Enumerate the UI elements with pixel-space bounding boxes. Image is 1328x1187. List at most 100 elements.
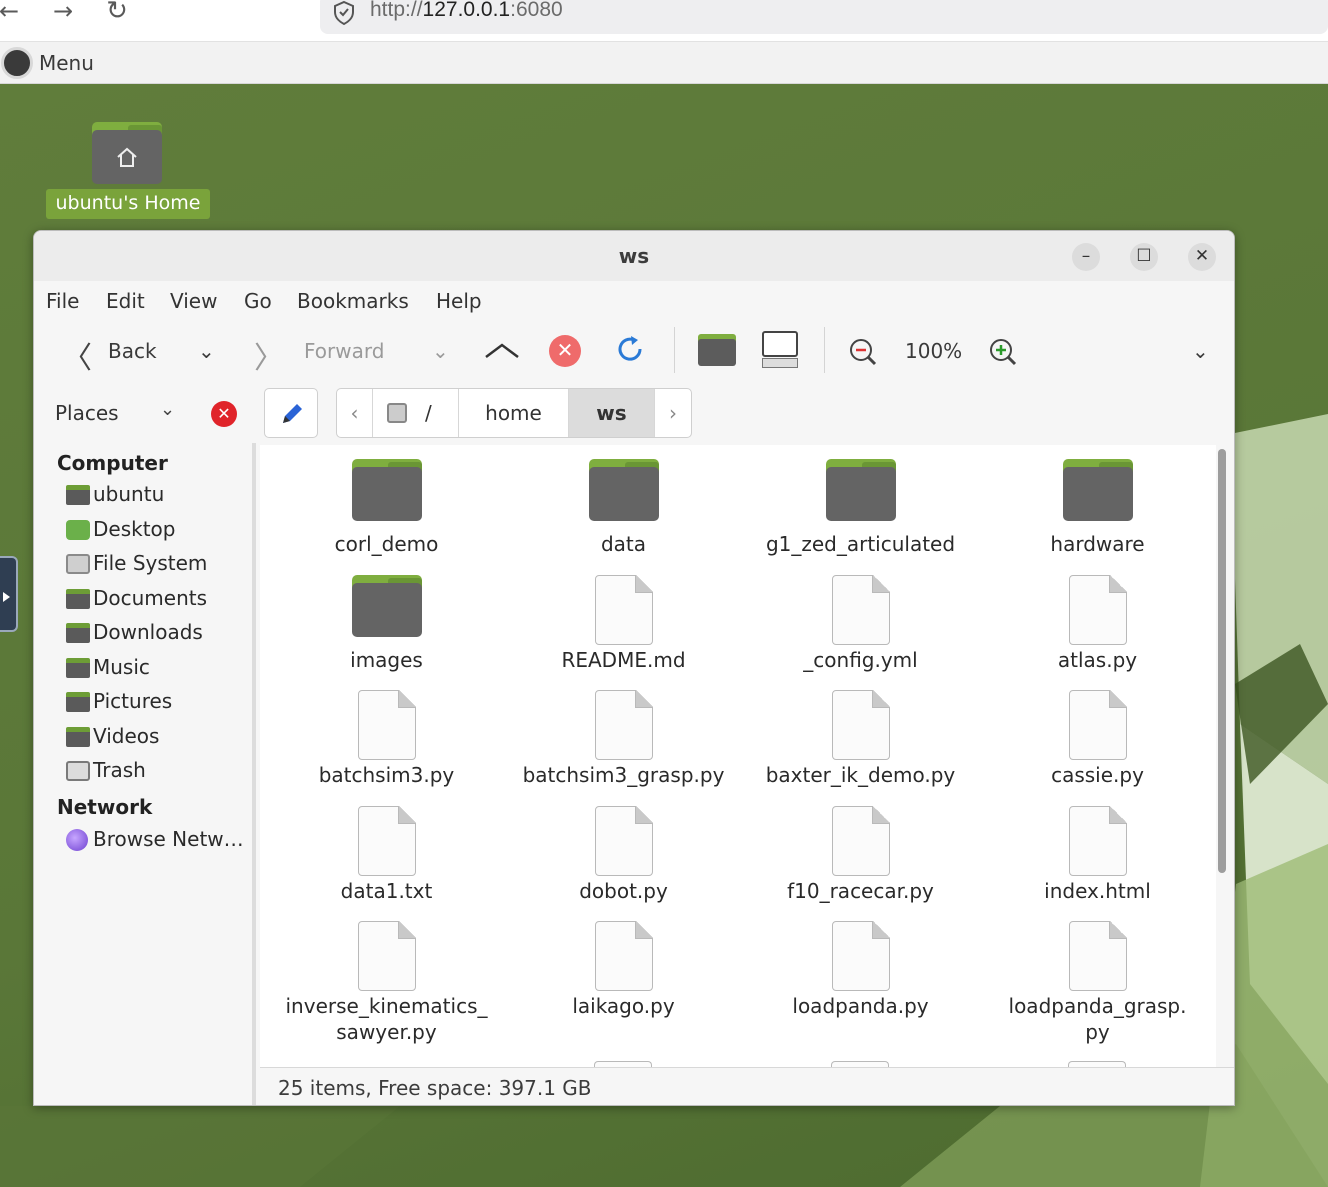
- titlebar[interactable]: ws – ☐ ✕: [34, 231, 1234, 281]
- folder-item[interactable]: images: [268, 563, 505, 678]
- shield-icon: [334, 0, 354, 26]
- file-name: batchsim3_grasp.py: [522, 763, 725, 787]
- sidebar-item-pictures[interactable]: Pictures: [64, 688, 254, 718]
- overflow-chevron-icon[interactable]: ⌄: [1192, 339, 1209, 363]
- back-chevron-icon[interactable]: 〈: [62, 333, 92, 377]
- file-name: laikago.py: [572, 994, 675, 1018]
- file-name: cassie.py: [1051, 763, 1144, 787]
- file-name: _config.yml: [803, 647, 918, 672]
- sidebar-item-downloads[interactable]: Downloads: [64, 619, 254, 649]
- vertical-scrollbar[interactable]: [1218, 449, 1226, 873]
- breadcrumb-home[interactable]: home: [459, 389, 569, 437]
- folder-icon: [825, 459, 896, 521]
- document-icon: [357, 805, 416, 876]
- breadcrumb-ws[interactable]: ws: [569, 389, 655, 437]
- document-icon: [1068, 690, 1127, 760]
- folder-icon: [1062, 459, 1133, 521]
- file-item[interactable]: inverse_kinematics_ sawyer.py: [268, 909, 505, 1044]
- file-item[interactable]: index.html: [979, 794, 1216, 909]
- url-text: http://127.0.0.1:6080: [370, 0, 563, 21]
- places-chevron-icon[interactable]: ⌄: [160, 399, 175, 420]
- folder-icon: [66, 589, 90, 609]
- back-arrow-icon[interactable]: ←: [0, 0, 24, 26]
- menu-go[interactable]: Go: [244, 289, 272, 313]
- file-item[interactable]: batchsim3_grasp.py: [505, 678, 742, 793]
- file-grid: corl_demo data g1_zed_articulated hardware i…: [260, 445, 1216, 1067]
- file-item[interactable]: data1.txt: [268, 794, 505, 909]
- document-icon: [594, 805, 653, 876]
- breadcrumb-right-chevron-icon[interactable]: ›: [655, 389, 691, 437]
- side-panel-handle[interactable]: [0, 556, 18, 632]
- reload-icon[interactable]: [616, 335, 646, 365]
- file-name: index.html: [1044, 878, 1151, 903]
- sidebar-item-documents[interactable]: Documents: [64, 585, 254, 615]
- file-item[interactable]: README.md: [505, 563, 742, 678]
- close-sidebar-icon[interactable]: ✕: [211, 401, 237, 427]
- zoom-in-icon[interactable]: [988, 337, 1018, 367]
- home-icon-label: ubuntu's Home: [46, 189, 210, 219]
- zoom-level[interactable]: 100%: [905, 339, 962, 363]
- folder-item[interactable]: hardware: [979, 447, 1216, 562]
- home-folder-icon[interactable]: [698, 334, 736, 366]
- reload-icon[interactable]: ↻: [102, 0, 132, 26]
- file-item[interactable]: loadpanda_grasp. py: [979, 909, 1216, 1044]
- forward-arrow-icon[interactable]: →: [48, 0, 78, 26]
- sidebar-item-browse-network[interactable]: Browse Netw…: [64, 826, 254, 856]
- file-item[interactable]: f10_racecar.py: [742, 794, 979, 909]
- folder-item[interactable]: g1_zed_articulated: [742, 447, 979, 562]
- up-chevron-icon[interactable]: [484, 339, 520, 361]
- drive-icon: [387, 403, 407, 423]
- computer-icon[interactable]: [762, 331, 798, 368]
- menu-logo-icon[interactable]: [1, 47, 33, 79]
- forward-history-chevron-icon[interactable]: ⌄: [432, 339, 449, 363]
- file-item[interactable]: laikago.py: [505, 909, 742, 1024]
- pencil-icon: [283, 404, 302, 423]
- file-item[interactable]: baxter_ik_demo.py: [742, 678, 979, 793]
- file-item[interactable]: cassie.py: [979, 678, 1216, 793]
- sidebar-item-ubuntu[interactable]: ubuntu: [64, 481, 254, 511]
- file-item[interactable]: atlas.py: [979, 563, 1216, 678]
- file-name: atlas.py: [1057, 647, 1138, 672]
- menu-view[interactable]: View: [170, 289, 217, 313]
- statusbar: 25 items, Free space: 397.1 GB: [260, 1067, 1234, 1105]
- sidebar-item-file-system[interactable]: File System: [64, 550, 254, 580]
- forward-chevron-icon[interactable]: 〉: [254, 333, 284, 377]
- sidebar-item-videos[interactable]: Videos: [64, 723, 254, 753]
- zoom-out-icon[interactable]: [848, 337, 878, 367]
- file-item[interactable]: _config.yml: [742, 563, 979, 678]
- breadcrumb-left-chevron-icon[interactable]: ‹: [337, 389, 373, 437]
- sidebar-item-desktop[interactable]: Desktop: [64, 516, 254, 546]
- menu-file[interactable]: File: [46, 289, 79, 313]
- file-item[interactable]: batchsim3.py: [268, 678, 505, 793]
- minimize-button[interactable]: –: [1072, 243, 1100, 271]
- folder-icon: [351, 574, 422, 637]
- sidebar-item-music[interactable]: Music: [64, 654, 254, 684]
- folder-item[interactable]: corl_demo: [268, 447, 505, 562]
- folder-item[interactable]: data: [505, 447, 742, 562]
- file-name: inverse_kinematics_ sawyer.py: [285, 994, 488, 1044]
- back-button[interactable]: Back: [108, 339, 157, 363]
- menu-help[interactable]: Help: [436, 289, 482, 313]
- maximize-button[interactable]: ☐: [1130, 243, 1158, 271]
- places-selector[interactable]: Places: [55, 401, 119, 425]
- back-history-chevron-icon[interactable]: ⌄: [198, 339, 215, 363]
- menu-bookmarks[interactable]: Bookmarks: [297, 289, 409, 313]
- file-name: corl_demo: [334, 532, 439, 556]
- document-icon: [357, 690, 416, 760]
- document-icon: [831, 805, 890, 876]
- menu-edit[interactable]: Edit: [106, 289, 145, 313]
- location-bar: Places ⌄ ✕ ‹ / home ws ›: [34, 383, 1234, 441]
- desktop-home-shortcut[interactable]: ubuntu's Home: [46, 120, 210, 220]
- breadcrumb-root[interactable]: /: [373, 389, 459, 437]
- file-item[interactable]: loadpanda.py: [742, 909, 979, 1024]
- edit-location-button[interactable]: [264, 388, 318, 438]
- file-item[interactable]: dobot.py: [505, 794, 742, 909]
- forward-button[interactable]: Forward: [304, 339, 384, 363]
- address-bar[interactable]: http://127.0.0.1:6080: [320, 0, 1328, 34]
- trash-icon: [66, 761, 90, 781]
- menu-button[interactable]: Menu: [39, 51, 94, 75]
- sidebar-item-trash[interactable]: Trash: [64, 757, 254, 787]
- stop-icon[interactable]: ✕: [549, 335, 581, 367]
- close-button[interactable]: ✕: [1188, 243, 1216, 271]
- document-icon: [594, 574, 653, 645]
